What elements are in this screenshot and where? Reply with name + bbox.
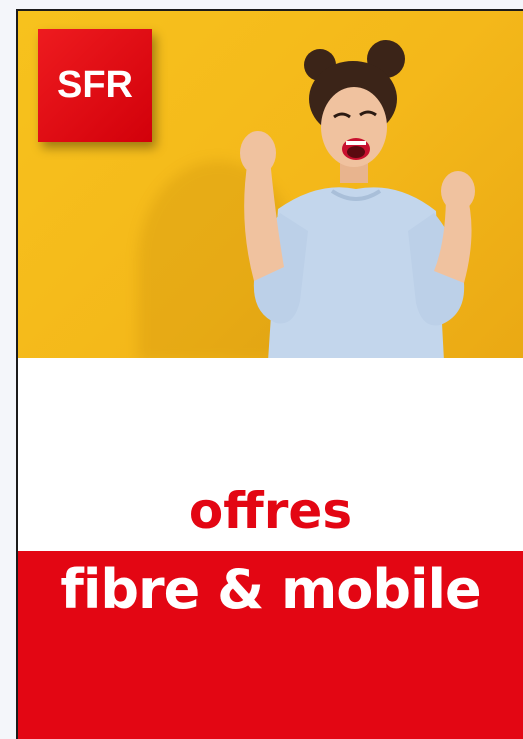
celebrating-woman-photo — [240, 40, 475, 358]
ad-banner[interactable]: SFR offres fibre & mobile — [16, 9, 523, 739]
headline-offres: offres — [188, 482, 353, 540]
hero-image: SFR — [18, 11, 523, 358]
sfr-logo-icon[interactable]: SFR — [38, 29, 152, 142]
headline-fibre-mobile: fibre & mobile — [60, 558, 481, 621]
logo-text: SFR — [57, 64, 133, 106]
